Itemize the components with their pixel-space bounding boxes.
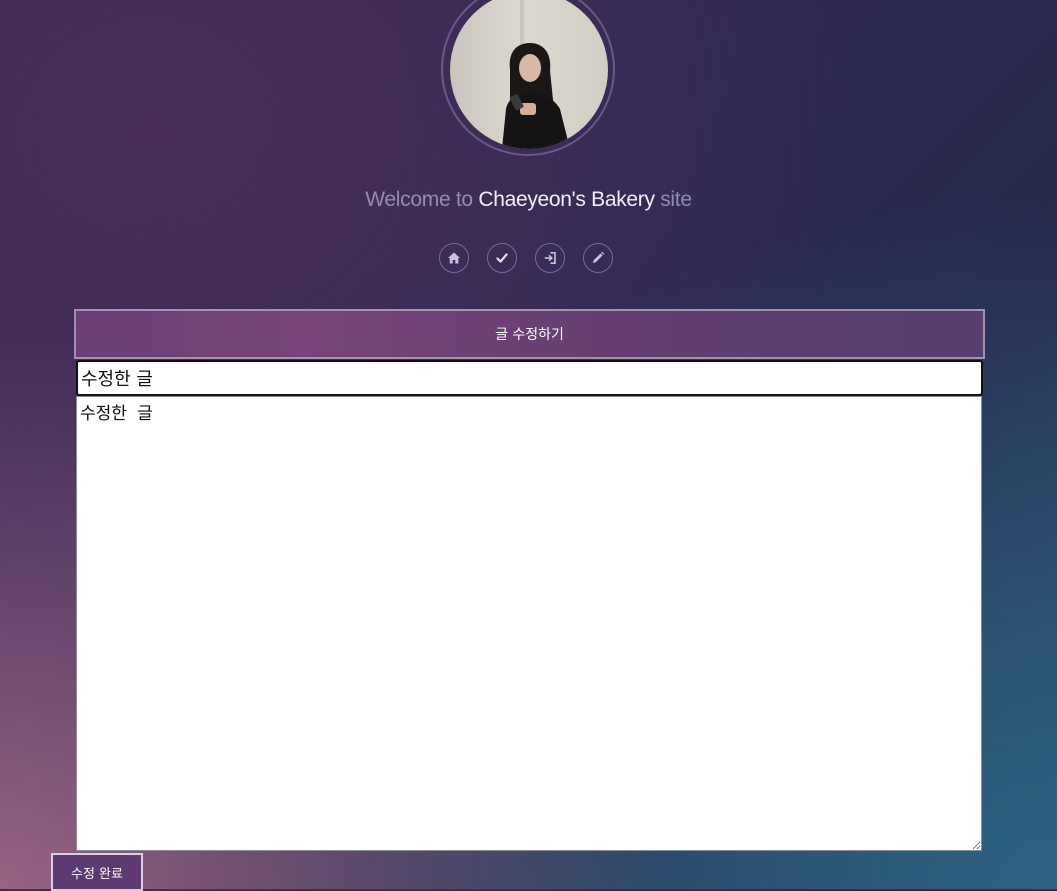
check-icon <box>496 253 508 263</box>
sign-in-button[interactable] <box>535 243 565 273</box>
site-brand: Chaeyeon's Bakery <box>478 188 655 211</box>
check-button[interactable] <box>487 243 517 273</box>
edit-post-header: 글 수정하기 <box>74 309 985 359</box>
welcome-suffix: site <box>660 188 692 211</box>
pencil-icon <box>593 251 605 263</box>
edit-post-title: 글 수정하기 <box>495 327 564 343</box>
write-button[interactable] <box>583 243 613 273</box>
welcome-prefix: Welcome to <box>365 188 473 211</box>
submit-edit-button[interactable]: 수정 완료 <box>51 853 143 891</box>
post-title-input[interactable] <box>76 360 983 396</box>
welcome-message: Welcome to Chaeyeon's Bakery site <box>0 188 1057 212</box>
icon-nav <box>439 243 613 273</box>
sign-in-icon <box>544 252 556 264</box>
home-icon <box>448 252 460 264</box>
home-button[interactable] <box>439 243 469 273</box>
submit-edit-label: 수정 완료 <box>71 866 123 882</box>
post-body-textarea[interactable]: 수정한 글 <box>76 396 982 851</box>
